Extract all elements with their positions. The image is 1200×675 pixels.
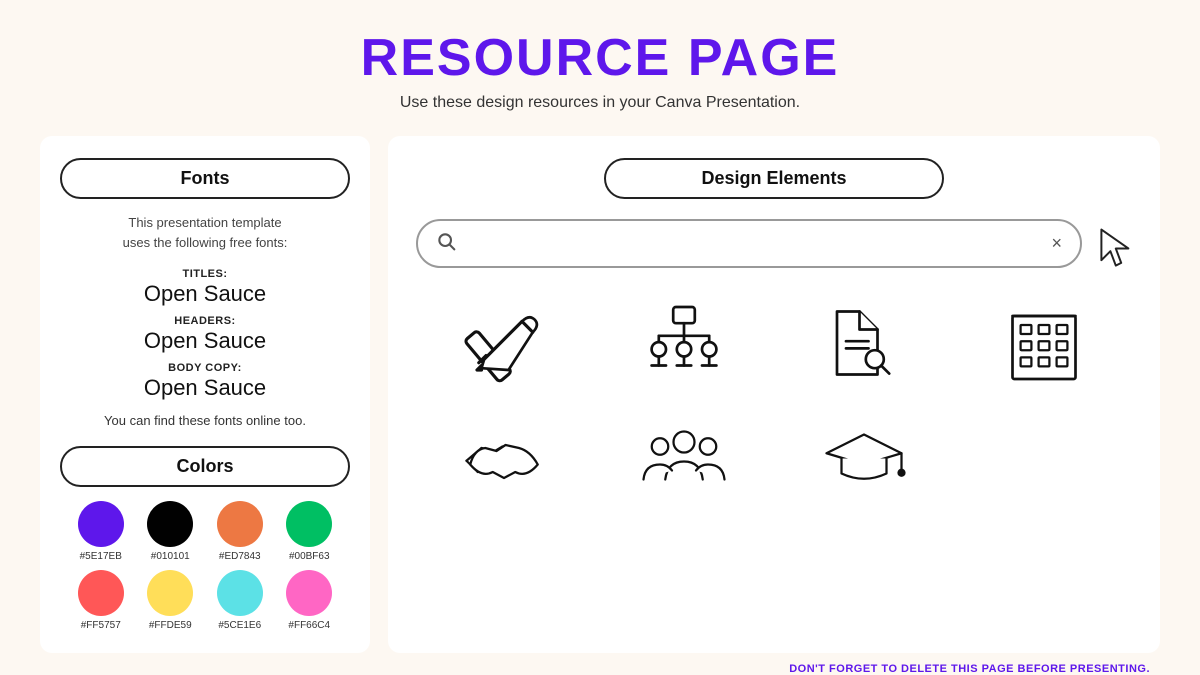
search-bar-container: × bbox=[416, 219, 1132, 268]
fonts-label: Fonts bbox=[60, 158, 350, 199]
font-label-bodycopy: BODY COPY: bbox=[60, 362, 350, 374]
colors-label: Colors bbox=[60, 446, 350, 487]
fonts-note: You can find these fonts online too. bbox=[60, 413, 350, 428]
color-item-black: #010101 bbox=[140, 501, 202, 562]
color-item-purple: #5E17EB bbox=[70, 501, 132, 562]
fonts-description: This presentation templateuses the follo… bbox=[60, 213, 350, 252]
color-swatch-pink bbox=[286, 570, 332, 616]
font-name-titles: Open Sauce bbox=[60, 281, 350, 307]
left-panel: Fonts This presentation templateuses the… bbox=[40, 136, 370, 653]
color-item-cyan: #5CE1E6 bbox=[209, 570, 271, 631]
icon-pencil bbox=[426, 298, 582, 388]
icon-handshake bbox=[426, 412, 582, 502]
search-input[interactable] bbox=[466, 235, 1041, 253]
font-label-titles: TITLES: bbox=[60, 268, 350, 280]
right-panel: Design Elements × bbox=[388, 136, 1160, 653]
bottom-note: DON'T FORGET TO DELETE THIS PAGE BEFORE … bbox=[0, 653, 1200, 675]
color-swatch-yellow bbox=[147, 570, 193, 616]
color-item-green: #00BF63 bbox=[279, 501, 341, 562]
color-item-pink: #FF66C4 bbox=[279, 570, 341, 631]
color-swatch-red bbox=[78, 570, 124, 616]
icon-graduation-cap bbox=[786, 412, 942, 502]
icon-org-chart bbox=[606, 298, 762, 388]
color-swatch-black bbox=[147, 501, 193, 547]
color-hex-green: #00BF63 bbox=[289, 551, 330, 562]
icon-building bbox=[966, 298, 1122, 388]
color-swatch-cyan bbox=[217, 570, 263, 616]
icon-group-people bbox=[606, 412, 762, 502]
font-name-headers: Open Sauce bbox=[60, 328, 350, 354]
search-bar[interactable]: × bbox=[416, 219, 1082, 268]
color-hex-pink: #FF66C4 bbox=[288, 620, 330, 631]
page-header: RESOURCE PAGE Use these design resources… bbox=[361, 0, 840, 122]
color-swatch-green bbox=[286, 501, 332, 547]
color-swatch-orange bbox=[217, 501, 263, 547]
color-hex-cyan: #5CE1E6 bbox=[218, 620, 261, 631]
page-title: RESOURCE PAGE bbox=[361, 28, 840, 88]
font-entry-titles: TITLES: Open Sauce bbox=[60, 268, 350, 307]
color-hex-orange: #ED7843 bbox=[219, 551, 261, 562]
color-swatch-purple bbox=[78, 501, 124, 547]
icons-grid bbox=[416, 298, 1132, 502]
colors-section: Colors #5E17EB #010101 #ED7843 #00BF63 bbox=[60, 446, 350, 631]
design-elements-label: Design Elements bbox=[604, 158, 944, 199]
font-entry-bodycopy: BODY COPY: Open Sauce bbox=[60, 362, 350, 401]
font-name-bodycopy: Open Sauce bbox=[60, 375, 350, 401]
color-item-orange: #ED7843 bbox=[209, 501, 271, 562]
color-hex-red: #FF5757 bbox=[81, 620, 121, 631]
color-hex-black: #010101 bbox=[151, 551, 190, 562]
search-icon bbox=[436, 231, 456, 256]
font-entry-headers: HEADERS: Open Sauce bbox=[60, 315, 350, 354]
search-clear-icon[interactable]: × bbox=[1051, 233, 1062, 254]
color-item-yellow: #FFDE59 bbox=[140, 570, 202, 631]
color-hex-purple: #5E17EB bbox=[80, 551, 122, 562]
font-label-headers: HEADERS: bbox=[60, 315, 350, 327]
icon-document-search bbox=[786, 298, 942, 388]
main-content: Fonts This presentation templateuses the… bbox=[0, 136, 1200, 653]
color-item-red: #FF5757 bbox=[70, 570, 132, 631]
page-subtitle: Use these design resources in your Canva… bbox=[361, 94, 840, 112]
color-grid: #5E17EB #010101 #ED7843 #00BF63 #FF5757 bbox=[60, 501, 350, 631]
cursor-icon bbox=[1096, 226, 1132, 262]
color-hex-yellow: #FFDE59 bbox=[149, 620, 192, 631]
